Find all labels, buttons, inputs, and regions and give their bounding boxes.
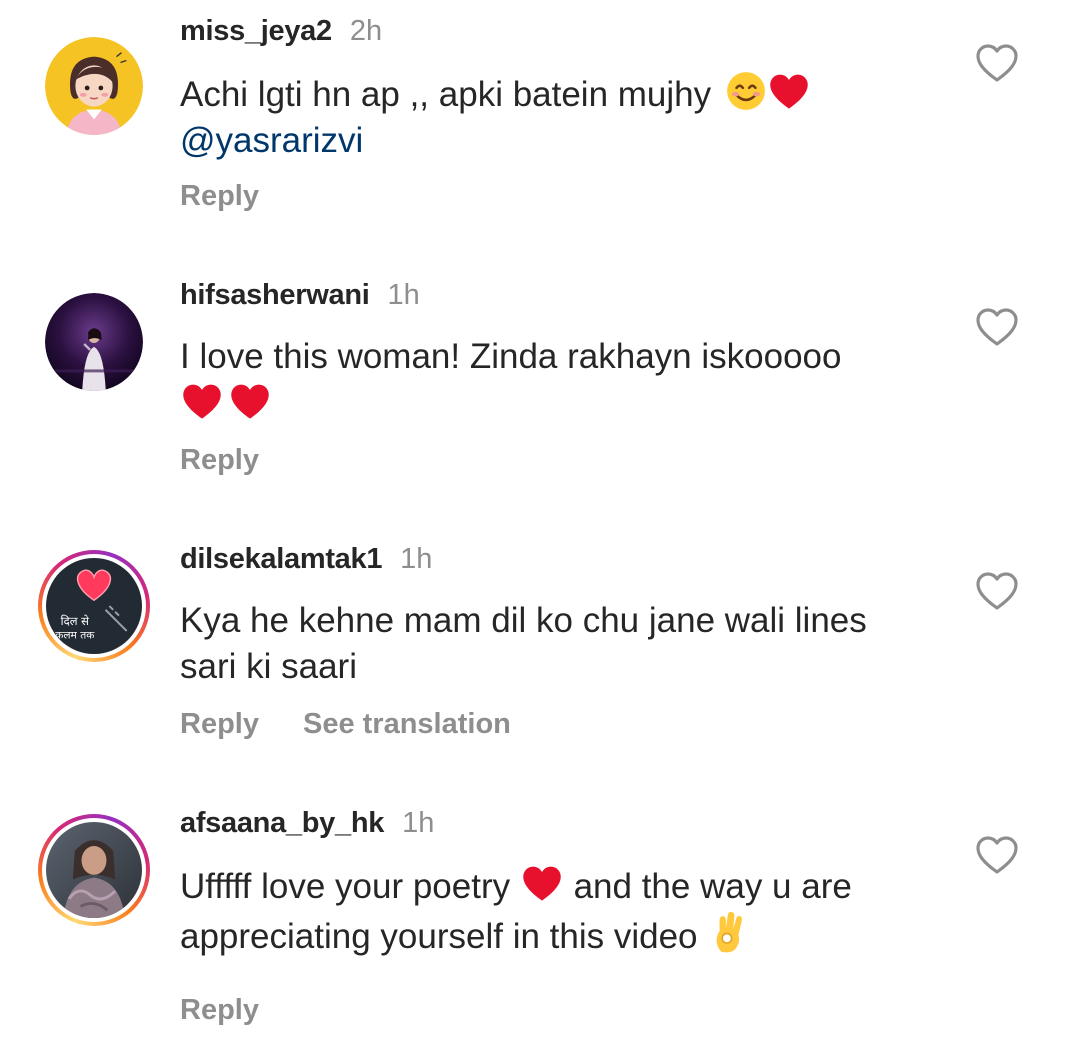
comment-text-body: Ufffff love your poetry	[180, 867, 511, 906]
heart-outline-icon[interactable]	[975, 571, 1019, 611]
avatar-ring-gap	[42, 818, 146, 922]
reply-button[interactable]: Reply	[180, 994, 259, 1026]
comment-text-body: and the way u are	[573, 867, 852, 906]
comment-text-body: Kya he kehne mam dil ko chu jane wali li…	[180, 601, 867, 640]
reply-button[interactable]: Reply	[180, 708, 259, 740]
red-heart-emoji	[770, 74, 808, 109]
avatar[interactable]	[38, 286, 150, 398]
comment-time: 1h	[387, 279, 420, 311]
username[interactable]: hifsasherwani	[180, 279, 370, 311]
heart-outline-icon[interactable]	[975, 307, 1019, 347]
see-translation-button[interactable]: See translation	[303, 708, 511, 740]
comment-text: Kya he kehne mam dil ko chu jane wali li…	[180, 598, 960, 690]
red-heart-emoji	[231, 384, 269, 419]
comment-time: 1h	[402, 807, 435, 839]
comment-actions: Reply	[180, 179, 259, 213]
avatar-story-ring[interactable]	[38, 814, 150, 926]
avatar-ring-gap: दिल से कलम तक	[42, 554, 146, 658]
username[interactable]: miss_jeya2	[180, 15, 332, 47]
reply-button[interactable]: Reply	[180, 444, 259, 476]
avatar-image-neon-heart: दिल से कलम तक	[46, 558, 142, 654]
comment-text: Achi lgti hn ap ,, apki batein mujhy @ya…	[180, 70, 960, 164]
comment-text: Ufffff love your poetry and the way u ar…	[180, 862, 960, 960]
avatar-story-ring[interactable]: दिल से कलम तक	[38, 550, 150, 662]
comment-header: afsaana_by_hk 1h	[180, 806, 434, 840]
username[interactable]: dilsekalamtak1	[180, 543, 382, 575]
heart-outline-icon[interactable]	[975, 835, 1019, 875]
avatar-text: कलम तक	[55, 630, 95, 642]
heart-outline-icon[interactable]	[975, 43, 1019, 83]
comment-text: I love this woman! Zinda rakhayn iskoooo…	[180, 334, 960, 428]
username[interactable]: afsaana_by_hk	[180, 807, 384, 839]
comment-text-body: appreciating yourself in this video	[180, 917, 698, 956]
comment-text-body: I love this woman! Zinda rakhayn iskoooo…	[180, 337, 842, 376]
comment-header: dilsekalamtak1 1h	[180, 542, 432, 576]
ok-hand-emoji	[716, 911, 743, 953]
comment-actions: Reply	[180, 443, 259, 477]
avatar-image-stage-performer	[45, 293, 143, 391]
mention-link[interactable]: @yasrarizvi	[180, 121, 363, 160]
red-heart-emoji	[523, 866, 561, 901]
reply-button[interactable]: Reply	[180, 180, 259, 212]
comment-header: miss_jeya2 2h	[180, 14, 382, 48]
comment-actions: Reply	[180, 993, 259, 1027]
avatar-text: दिल से	[61, 614, 90, 628]
avatar-image-portrait	[46, 822, 142, 918]
avatar-image-cartoon-girl	[45, 37, 143, 135]
red-heart-emoji	[183, 384, 221, 419]
comment-text-body: Achi lgti hn ap ,, apki batein mujhy	[180, 75, 712, 114]
comment-time: 2h	[349, 15, 383, 47]
comment-text-body: sari ki saari	[180, 647, 357, 686]
comment-header: hifsasherwani 1h	[180, 278, 420, 312]
smiling-face-emoji	[726, 72, 765, 110]
comment-time: 1h	[400, 543, 433, 575]
comment-actions: Reply See translation	[180, 707, 511, 741]
avatar[interactable]	[38, 30, 150, 142]
